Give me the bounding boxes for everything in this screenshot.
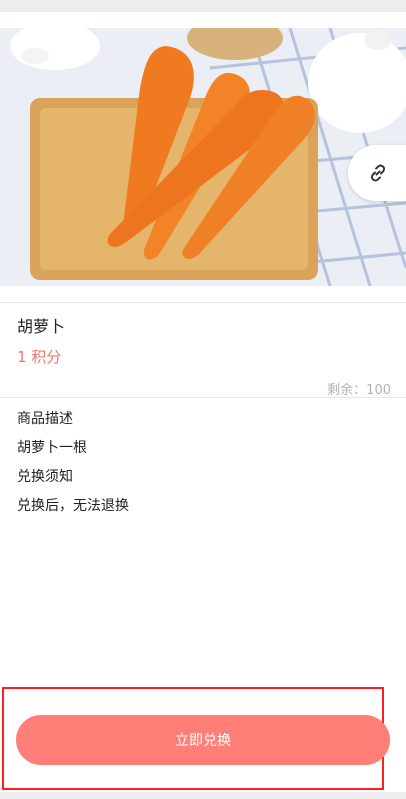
header-gap xyxy=(0,12,406,28)
notice-text: 兑换后，无法退换 xyxy=(17,498,129,514)
divider xyxy=(0,302,406,303)
description-text: 胡萝卜一根 xyxy=(17,440,87,456)
product-name: 胡萝卜 xyxy=(17,317,66,336)
status-strip xyxy=(0,0,406,12)
link-icon xyxy=(368,163,388,183)
redeem-button[interactable]: 立即兑换 xyxy=(16,715,390,765)
stock-remaining: 剩余：100 xyxy=(327,383,391,398)
share-link-button[interactable] xyxy=(348,145,406,201)
product-image xyxy=(0,28,406,286)
bottom-strip xyxy=(0,792,406,799)
notice-heading: 兑换须知 xyxy=(17,469,73,485)
description-heading: 商品描述 xyxy=(17,411,73,427)
divider xyxy=(0,397,406,398)
product-points: 1 积分 xyxy=(17,348,62,366)
